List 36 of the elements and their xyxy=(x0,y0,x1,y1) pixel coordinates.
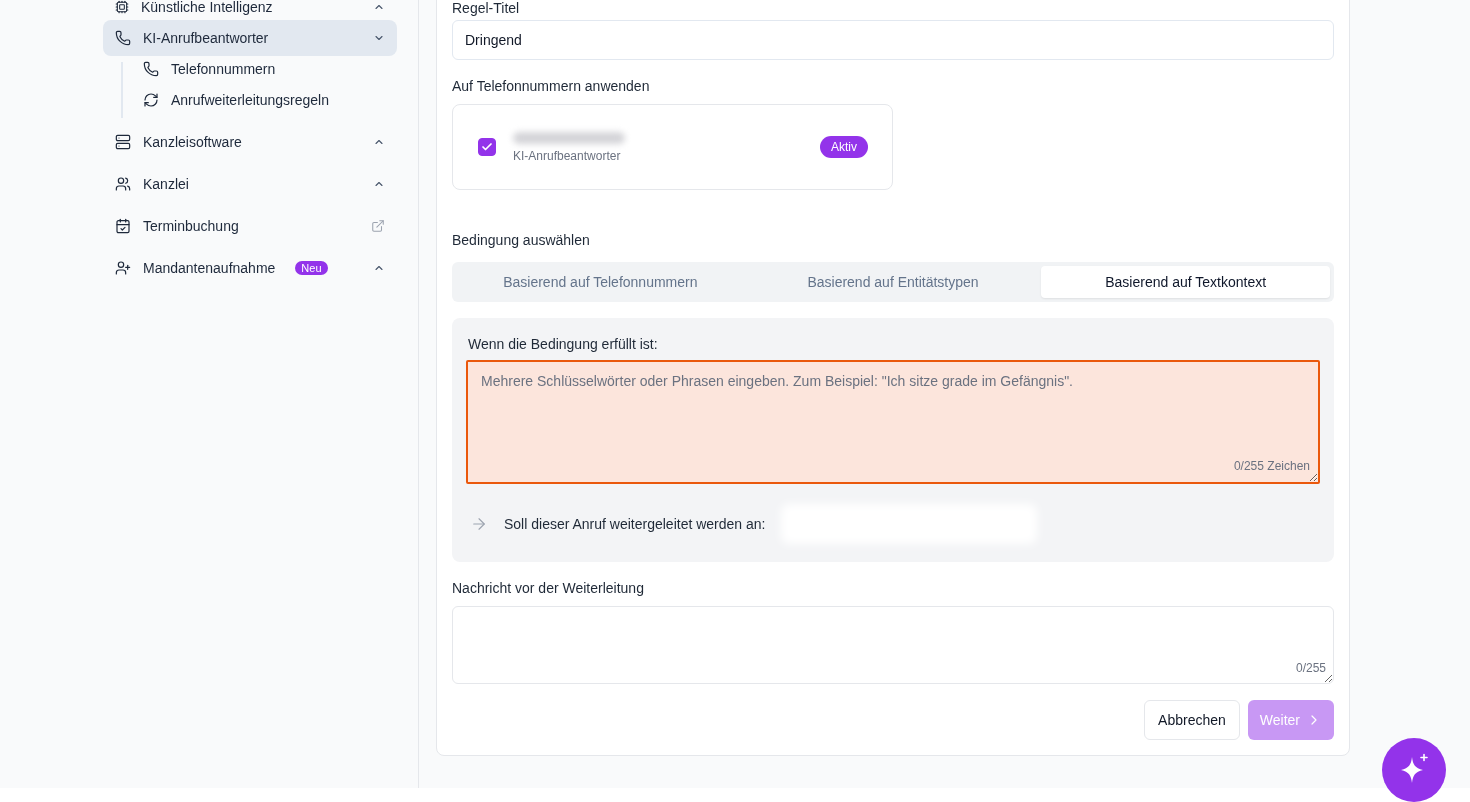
sidebar-item[interactable]: Künstliche Intelligenz xyxy=(103,0,397,14)
server-icon xyxy=(115,134,131,150)
character-counter: 0/255 xyxy=(1295,660,1326,676)
character-counter: 0/255 Zeichen xyxy=(1233,458,1310,474)
cancel-button[interactable]: Abbrechen xyxy=(1144,700,1240,740)
sidebar-item[interactable]: Kanzleisoftware xyxy=(103,124,397,160)
checkbox[interactable] xyxy=(478,138,496,156)
new-badge: Neu xyxy=(295,261,328,275)
sidebar-item[interactable]: Mandantenaufnahme Neu xyxy=(103,250,397,286)
condition-tab[interactable]: Basierend auf Textkontext xyxy=(1041,266,1330,298)
sidebar-item[interactable]: Kanzlei xyxy=(103,166,397,202)
condition-tab[interactable]: Basierend auf Telefonnummern xyxy=(456,266,745,298)
condition-tab[interactable]: Basierend auf Entitätstypen xyxy=(748,266,1038,298)
forward-label: Soll dieser Anruf weitergeleitet werden an: xyxy=(504,516,766,532)
check-icon xyxy=(481,141,493,153)
chip-icon xyxy=(115,0,129,14)
field-label: Wenn die Bedingung erfüllt ist: xyxy=(467,335,659,354)
refresh-icon xyxy=(143,92,159,108)
sidebar-subitem[interactable]: Anrufweiterleitungsregeln xyxy=(131,82,397,118)
field-label: Nachricht vor der Weiterleitung xyxy=(452,579,645,598)
title-input[interactable]: Dringend xyxy=(452,20,1334,60)
arrow-right-icon xyxy=(470,515,488,533)
field-label: Auf Telefonnummern anwenden xyxy=(452,77,651,96)
field-label: Bedingung auswählen xyxy=(452,231,591,250)
status-badge: Aktiv xyxy=(820,136,868,158)
phone-icon xyxy=(115,30,131,46)
user-plus-icon xyxy=(115,260,131,276)
phone-subtitle: KI-Anrufbeantworter xyxy=(513,148,622,163)
phone-icon xyxy=(143,61,159,77)
sidebar-item[interactable]: KI-Anrufbeantworter xyxy=(103,20,397,56)
sidebar-subitem[interactable]: Telefonnummern xyxy=(131,62,397,76)
field-label: Regel-Titel xyxy=(452,0,521,16)
users-icon xyxy=(115,176,131,192)
external-link-icon xyxy=(371,219,385,233)
calendar-check-icon xyxy=(115,218,131,234)
sidebar-item[interactable]: Terminbuchung xyxy=(103,208,397,244)
